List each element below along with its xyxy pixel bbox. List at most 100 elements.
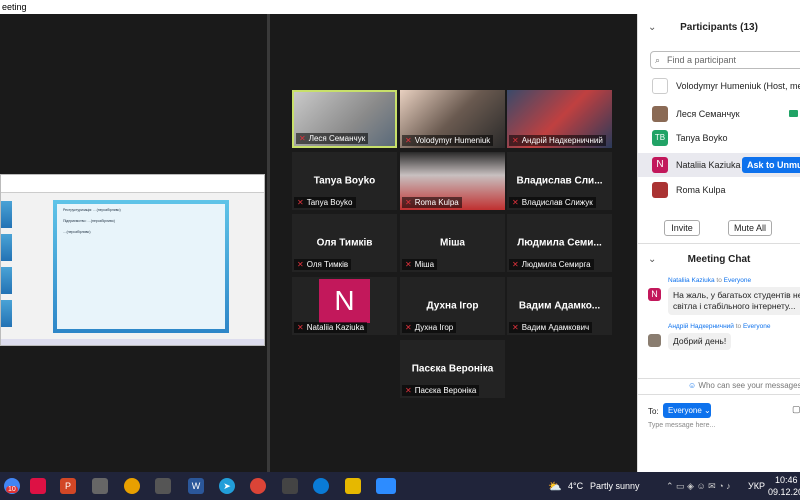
folder-icon[interactable] bbox=[345, 478, 361, 494]
app-icon[interactable] bbox=[282, 478, 298, 494]
telegram-icon[interactable]: ➤ bbox=[219, 478, 235, 494]
participant-name: Volodymyr Humeniuk (Host, me) bbox=[676, 81, 800, 91]
participant-tile[interactable]: ✕ Леся Семанчук bbox=[292, 90, 397, 148]
ask-to-unmute-button[interactable]: Ask to Unmu bbox=[742, 157, 800, 173]
avatar bbox=[652, 182, 668, 198]
mic-muted-icon: ✕ bbox=[297, 260, 304, 269]
participant-name: Вадим Адамкович bbox=[521, 323, 590, 332]
participant-tile[interactable]: Tanya Boyko ✕ Tanya Boyko bbox=[292, 152, 397, 210]
participant-name: Tanya Boyko bbox=[306, 198, 353, 207]
powerpoint-icon[interactable]: P bbox=[60, 478, 76, 494]
participant-row[interactable]: Volodymyr Humeniuk (Host, me) bbox=[638, 74, 800, 98]
clock-time: 10:46 bbox=[775, 475, 798, 485]
slide-thumbnails bbox=[1, 195, 13, 345]
mute-all-button[interactable]: Mute All bbox=[728, 220, 772, 236]
chat-header: ⌄ Meeting Chat bbox=[638, 254, 800, 270]
app-icon[interactable] bbox=[124, 478, 140, 494]
participant-row[interactable]: TB Tanya Boyko bbox=[638, 126, 800, 150]
chat-title: Meeting Chat bbox=[687, 254, 751, 265]
app-icon[interactable] bbox=[30, 478, 46, 494]
who-can-see-link[interactable]: ☺ Who can see your messages? bbox=[688, 381, 800, 390]
tile-center-name: Вадим Адамко... bbox=[518, 300, 601, 312]
chrome-icon[interactable] bbox=[250, 478, 266, 494]
split-divider[interactable] bbox=[267, 14, 270, 472]
participant-name: Nataliia Kaziuka bbox=[306, 323, 365, 332]
participant-name: Пасєка Вероніка bbox=[414, 386, 477, 395]
collapse-chevron-icon[interactable]: ⌄ bbox=[648, 22, 656, 33]
avatar: N bbox=[319, 279, 370, 323]
people-icon: ☺ bbox=[688, 381, 697, 390]
participant-tile[interactable]: ✕ Андрій Надкерничний bbox=[507, 90, 612, 148]
edge-icon[interactable] bbox=[313, 478, 329, 494]
participant-tile[interactable]: N ✕ Nataliia Kaziuka bbox=[292, 277, 397, 335]
tile-name-label: ✕ Леся Семанчук bbox=[296, 133, 369, 144]
tile-center-name: Пасєка Вероніка bbox=[411, 363, 494, 375]
participant-row[interactable]: Roma Kulpa bbox=[638, 178, 800, 202]
side-panel: ⌄ Participants (13) ⌕ Find a participant… bbox=[637, 14, 800, 472]
word-icon[interactable]: W bbox=[188, 478, 204, 494]
participant-name: Roma Kulpa bbox=[414, 198, 459, 207]
recipient-select[interactable]: Everyone ⌄ bbox=[663, 403, 711, 418]
participant-tile[interactable]: Духна Ігор ✕ Духна Ігор bbox=[400, 277, 505, 335]
participant-name: Roma Kulpa bbox=[676, 185, 726, 195]
tile-name-label: ✕ Духна Ігор bbox=[402, 322, 457, 333]
participant-tile[interactable]: Міша ✕ Міша bbox=[400, 214, 505, 272]
participant-tile[interactable]: ✕ Roma Kulpa bbox=[400, 152, 505, 210]
tile-name-label: ✕ Tanya Boyko bbox=[294, 197, 356, 208]
participant-row[interactable]: Леся Семанчук bbox=[638, 102, 800, 126]
slide-text-line: Реструктуризація: …(нерозбірливо) bbox=[63, 208, 121, 212]
tray-icons[interactable]: ⌃ ▭ ◈ ☺ ✉ ◔ ♪ bbox=[666, 481, 731, 492]
who-can-see-text: Who can see your messages? bbox=[698, 381, 800, 390]
participant-search-input[interactable]: ⌕ Find a participant bbox=[650, 51, 800, 69]
tile-name-label: ✕ Міша bbox=[402, 259, 438, 270]
slide-thumbnail bbox=[1, 300, 12, 327]
panel-top-strip bbox=[637, 0, 800, 14]
tile-name-label: ✕ Андрій Надкерничний bbox=[509, 135, 606, 146]
tile-name-label: ✕ Вадим Адамкович bbox=[509, 322, 593, 333]
chat-to: to bbox=[716, 277, 722, 284]
recipient-value: Everyone bbox=[668, 406, 702, 415]
app-icon[interactable] bbox=[92, 478, 108, 494]
participant-tile[interactable]: Оля Тимків ✕ Оля Тимків bbox=[292, 214, 397, 272]
chat-message-input[interactable]: Type message here... bbox=[648, 422, 715, 429]
slide-thumbnail bbox=[1, 201, 12, 228]
tile-name-label: ✕ Владислав Слижук bbox=[509, 197, 596, 208]
participant-tile[interactable]: ✕ Volodymyr Humeniuk bbox=[400, 90, 505, 148]
tile-name-label: ✕ Пасєка Вероніка bbox=[402, 385, 480, 396]
mic-muted-icon: ✕ bbox=[405, 386, 412, 395]
current-slide: Реструктуризація: …(нерозбірливо) Пiдпри… bbox=[53, 200, 229, 333]
participants-title: Participants (13) bbox=[680, 22, 758, 33]
zoom-avatar-icon bbox=[652, 78, 668, 94]
chat-recipient: Everyone bbox=[723, 277, 752, 284]
participant-tile[interactable]: Пасєка Вероніка ✕ Пасєка Вероніка bbox=[400, 340, 505, 398]
zoom-icon[interactable] bbox=[376, 478, 396, 494]
mic-muted-icon: ✕ bbox=[405, 260, 412, 269]
chat-recipient: Everyone bbox=[742, 323, 771, 330]
participant-name: Міша bbox=[414, 260, 435, 269]
file-icon[interactable]: ▢ bbox=[792, 404, 800, 415]
slide-thumbnail bbox=[1, 234, 12, 261]
participant-row[interactable]: N Nataliia Kaziuka Ask to Unmu bbox=[638, 153, 800, 177]
shared-statusbar bbox=[1, 339, 264, 345]
participant-tile[interactable]: Владислав Сли... ✕ Владислав Слижук bbox=[507, 152, 612, 210]
tile-center-name: Tanya Boyko bbox=[313, 175, 376, 187]
mic-muted-icon: ✕ bbox=[297, 323, 304, 332]
app-icon[interactable] bbox=[155, 478, 171, 494]
mic-muted-icon: ✕ bbox=[512, 260, 519, 269]
tile-center-name: Владислав Сли... bbox=[516, 175, 603, 187]
chat-sender: Андрій Надкерничний bbox=[668, 323, 734, 330]
invite-button[interactable]: Invite bbox=[664, 220, 700, 236]
participant-tile[interactable]: Вадим Адамко... ✕ Вадим Адамкович bbox=[507, 277, 612, 335]
participant-name: Владислав Слижук bbox=[521, 198, 593, 207]
mic-muted-icon: ✕ bbox=[405, 323, 412, 332]
mic-muted-icon: ✕ bbox=[512, 323, 519, 332]
participant-name: Людмила Семирга bbox=[521, 260, 591, 269]
language-indicator[interactable]: УКР bbox=[748, 481, 765, 491]
search-placeholder: Find a participant bbox=[667, 55, 737, 65]
collapse-chevron-icon[interactable]: ⌄ bbox=[648, 254, 656, 265]
participant-name: Леся Семанчук bbox=[308, 134, 366, 143]
chat-message: Добрий день! bbox=[668, 333, 732, 350]
chat-text: світла і стабільного інтернету... bbox=[673, 301, 796, 311]
search-icon: ⌕ bbox=[655, 55, 661, 65]
participant-tile[interactable]: Людмила Семи... ✕ Людмила Семирга bbox=[507, 214, 612, 272]
